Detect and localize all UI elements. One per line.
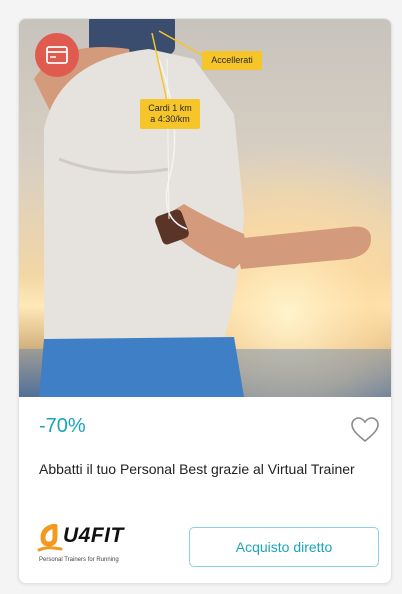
product-card[interactable]: Accellerati Cardi 1 km a 4:30/km -70% Ab… [18, 18, 392, 584]
favorite-button[interactable] [349, 414, 381, 446]
product-title[interactable]: Abbatti il tuo Personal Best grazie al V… [39, 459, 379, 479]
brand-name: U4FIT [63, 524, 124, 547]
card-offer-icon [35, 33, 79, 77]
runner-illustration [19, 19, 391, 397]
u4fit-logo-icon [37, 524, 63, 552]
brand-tagline: Personal Trainers for Running [39, 557, 119, 563]
heart-icon [351, 417, 379, 443]
callout-tag-pace: Cardi 1 km a 4:30/km [140, 99, 200, 129]
callout-tag-accelerate: Accellerati [202, 51, 262, 70]
buy-direct-button[interactable]: Acquisto diretto [189, 527, 379, 567]
brand-logo: U4FIT Personal Trainers for Running [37, 524, 177, 569]
discount-label: -70% [39, 415, 86, 437]
hero-image: Accellerati Cardi 1 km a 4:30/km [19, 19, 391, 397]
